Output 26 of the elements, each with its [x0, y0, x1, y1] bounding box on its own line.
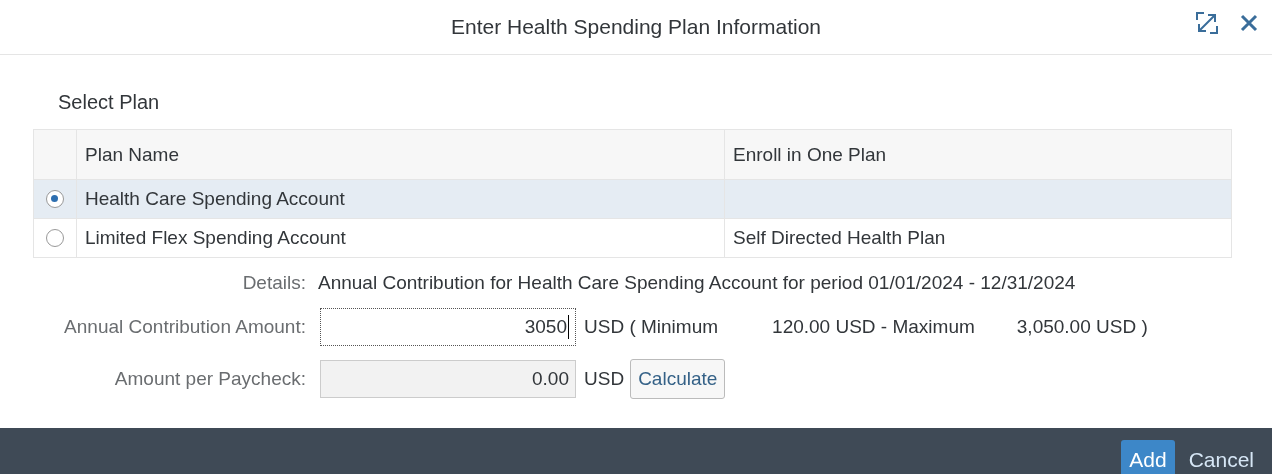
cancel-button[interactable]: Cancel	[1180, 440, 1262, 474]
details-label: Details:	[241, 272, 306, 294]
calculate-button[interactable]: Calculate	[630, 359, 726, 399]
expand-icon[interactable]	[1194, 10, 1220, 36]
maximum-text: 3,050.00 USD )	[1016, 316, 1148, 338]
radio-button[interactable]	[46, 190, 64, 208]
table-cell: Limited Flex Spending Account	[85, 227, 346, 249]
details-text: Annual Contribution for Health Care Spending Account for period 01/01/2024 - 12/31/2024	[318, 272, 1076, 294]
unit-text: USD ( Minimum	[584, 316, 719, 338]
table-row[interactable]: Health Care Spending Account	[34, 179, 1231, 218]
field-label: Amount per Paycheck:	[113, 368, 306, 390]
table-cell: Health Care Spending Account	[85, 188, 345, 210]
unit-text: USD	[584, 368, 625, 390]
close-icon[interactable]	[1240, 14, 1258, 32]
field-label: Annual Contribution Amount:	[63, 316, 306, 338]
dialog-title: Enter Health Spending Plan Information	[450, 15, 822, 39]
paycheck-field[interactable]: 0.00	[320, 360, 576, 398]
column-header: Enroll in One Plan	[733, 143, 887, 166]
radio-button[interactable]	[46, 229, 64, 247]
section-title: Select Plan	[58, 91, 161, 115]
column-header: Plan Name	[85, 143, 179, 166]
table-row[interactable]: Limited Flex Spending Account Self Directed Health Plan	[34, 218, 1231, 257]
minimum-text: 120.00 USD - Maximum	[772, 316, 975, 338]
add-button[interactable]: Add	[1121, 440, 1175, 474]
table-cell: Self Directed Health Plan	[733, 227, 946, 249]
amount-field[interactable]: 3050	[320, 308, 576, 346]
